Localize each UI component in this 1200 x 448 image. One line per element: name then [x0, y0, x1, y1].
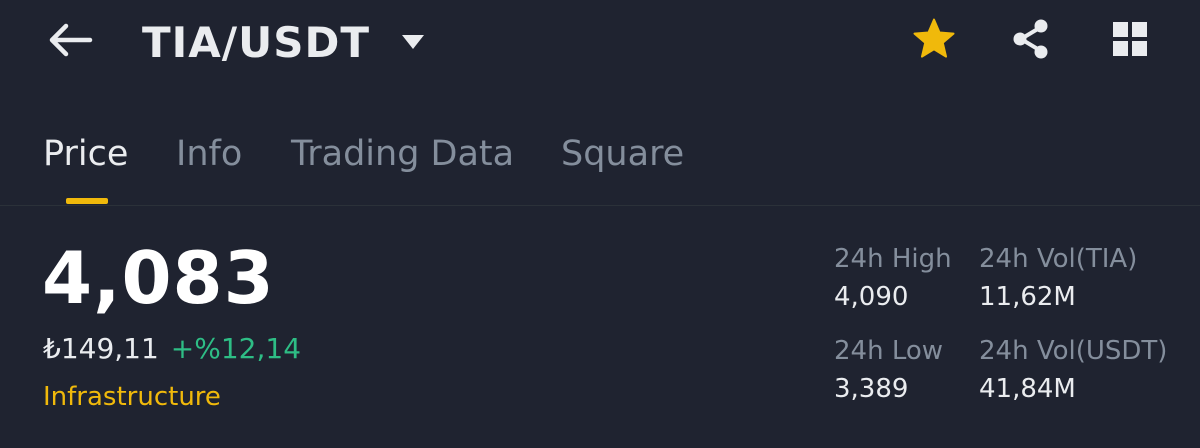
market-detail-screen: TIA/USDT Price Info Trading Data Square …: [0, 0, 1200, 448]
tab-info[interactable]: Info: [176, 134, 242, 174]
star-icon: [913, 18, 955, 58]
share-icon: [1013, 19, 1048, 59]
stat-label: 24h Vol(TIA): [979, 244, 1138, 274]
layout-button[interactable]: [1107, 16, 1153, 62]
pair-title: TIA/USDT: [142, 17, 370, 67]
price-change-percent: +%12,14: [170, 332, 302, 365]
stat-24h-low: 24h Low 3,389: [834, 336, 943, 404]
pair-selector[interactable]: TIA/USDT: [142, 14, 426, 70]
stat-label: 24h High: [834, 244, 952, 274]
stat-value: 3,389: [834, 374, 909, 404]
tab-square[interactable]: Square: [561, 134, 684, 174]
last-price: 4,083: [42, 236, 275, 320]
tab-price[interactable]: Price: [43, 134, 128, 174]
stat-value: 41,84M: [979, 374, 1076, 404]
top-bar: TIA/USDT: [0, 0, 1200, 90]
tab-trading-data[interactable]: Trading Data: [291, 134, 514, 174]
stat-value: 4,090: [834, 282, 909, 312]
active-tab-indicator: [66, 198, 108, 204]
favorite-button[interactable]: [911, 16, 957, 62]
back-button[interactable]: [44, 18, 96, 62]
arrow-left-icon: [49, 23, 93, 57]
category-tag[interactable]: Infrastructure: [43, 382, 221, 412]
price-subline: ₺149,11 +%12,14: [43, 332, 301, 365]
stat-label: 24h Low: [834, 336, 944, 366]
stat-label: 24h Vol(USDT): [979, 336, 1168, 366]
grid-icon: [1113, 22, 1147, 56]
caret-down-icon: [402, 35, 424, 49]
fiat-price: ₺149,11: [43, 332, 159, 365]
stat-24h-high: 24h High 4,090: [834, 244, 952, 312]
tab-bar: Price Info Trading Data Square: [0, 120, 1200, 206]
share-button[interactable]: [1008, 16, 1054, 62]
stat-value: 11,62M: [979, 282, 1076, 312]
stat-24h-vol-quote: 24h Vol(USDT) 41,84M: [979, 336, 1167, 404]
stat-24h-vol-base: 24h Vol(TIA) 11,62M: [979, 244, 1137, 312]
